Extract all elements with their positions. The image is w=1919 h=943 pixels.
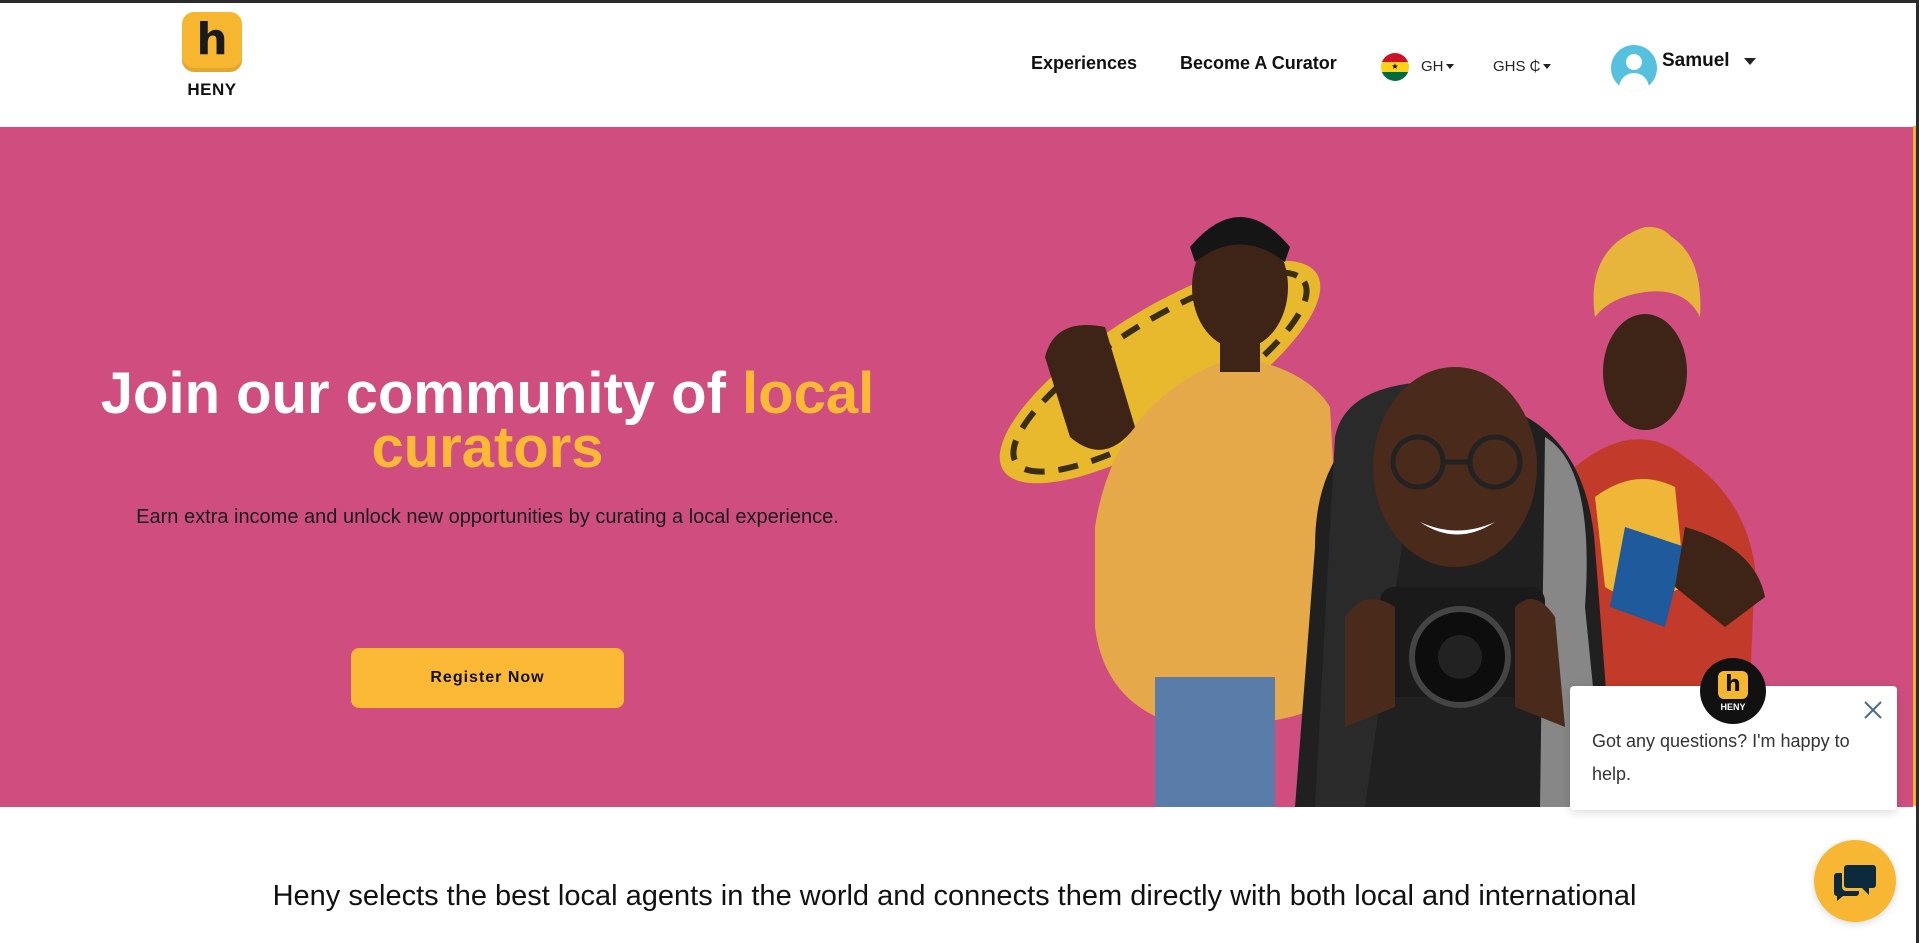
chat-logo-text: HENY bbox=[1720, 701, 1746, 712]
hero-subtitle: Earn extra income and unlock new opportu… bbox=[136, 506, 839, 528]
hero-title: Join our community of local curators bbox=[100, 361, 875, 480]
chevron-down-icon bbox=[1542, 64, 1551, 69]
chevron-down-icon bbox=[1743, 57, 1756, 65]
nav-become-curator[interactable]: Become A Curator bbox=[1180, 53, 1337, 74]
site-header: h HENY Experiences Become A Curator ★ GH… bbox=[0, 3, 1913, 127]
register-now-button[interactable]: Register Now bbox=[351, 648, 624, 708]
hero-title-highlight: curators bbox=[371, 415, 604, 480]
country-code: GH bbox=[1421, 58, 1444, 75]
hero-title-highlight: local bbox=[742, 361, 875, 426]
nav-experiences[interactable]: Experiences bbox=[1031, 53, 1137, 74]
chat-logo: h HENY bbox=[1700, 658, 1766, 724]
woman-with-camera bbox=[1295, 367, 1615, 807]
ghana-flag-icon: ★ bbox=[1381, 53, 1409, 81]
heny-logo[interactable]: h HENY bbox=[180, 12, 244, 100]
scrollbar-accent bbox=[1913, 126, 1916, 806]
currency-dropdown[interactable]: GHS ₵ bbox=[1493, 58, 1551, 75]
logo-text: HENY bbox=[187, 80, 237, 99]
logo-mark-icon: h bbox=[182, 12, 242, 72]
chevron-down-icon bbox=[1445, 64, 1454, 69]
close-icon[interactable] bbox=[1860, 697, 1886, 723]
intro-text: Heny selects the best local agents in th… bbox=[272, 880, 1637, 912]
chat-message: Got any questions? I'm happy to help. bbox=[1592, 731, 1850, 784]
avatar bbox=[1611, 45, 1657, 91]
country-dropdown[interactable]: GH bbox=[1421, 58, 1454, 75]
currency-code: GHS ₵ bbox=[1493, 58, 1541, 75]
user-menu[interactable]: Samuel bbox=[1611, 45, 1756, 91]
chat-logo-mark-icon: h bbox=[1718, 670, 1748, 699]
user-name: Samuel bbox=[1662, 50, 1730, 71]
